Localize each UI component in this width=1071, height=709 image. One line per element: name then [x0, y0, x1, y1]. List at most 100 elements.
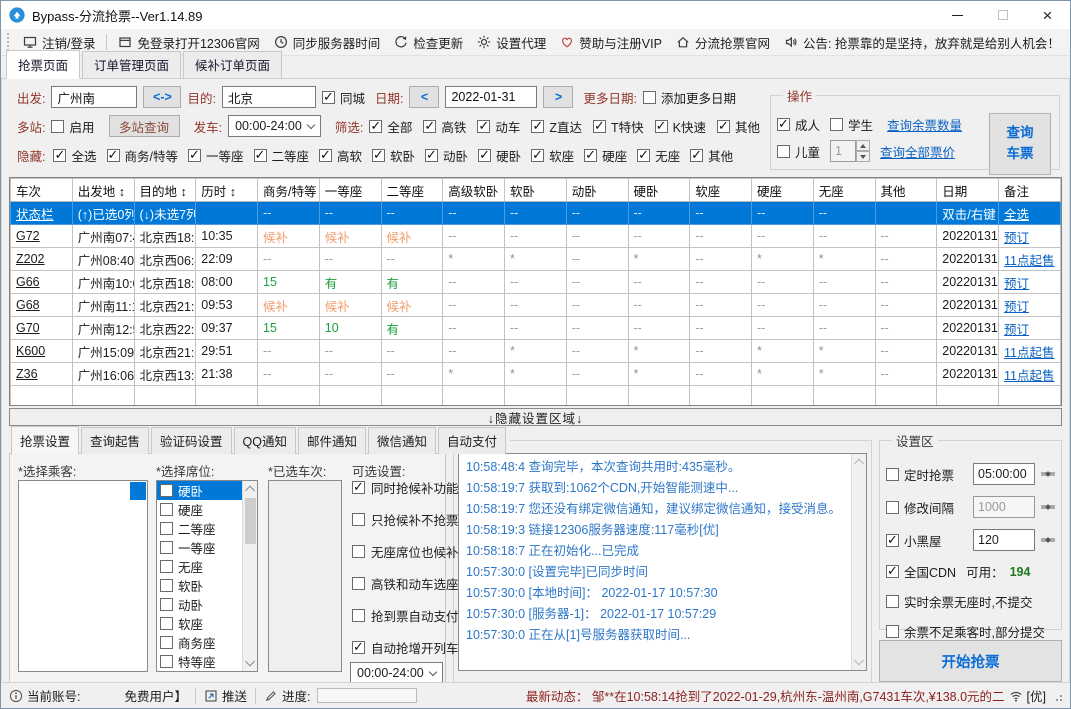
hide-checkbox[interactable]: 商务/特等 — [106, 146, 178, 165]
table-header-cell[interactable]: 车次 — [10, 178, 73, 202]
hide-settings-divider[interactable]: ↓隐藏设置区域↓ — [9, 408, 1062, 426]
table-header-cell[interactable]: 历时 ↕ — [195, 178, 258, 202]
enable-multi-checkbox[interactable]: 启用 — [51, 117, 95, 136]
query-price-link[interactable]: 查询全部票价 — [880, 142, 955, 161]
timed-grab-checkbox[interactable]: 定时抢票 — [886, 465, 967, 484]
timed-grab-stepper[interactable] — [1041, 471, 1055, 477]
filter-checkbox[interactable]: 高铁 — [423, 117, 466, 136]
table-header-cell[interactable]: 目的地 ↕ — [133, 178, 197, 202]
black-room-checkbox[interactable]: 小黑屋 — [886, 531, 967, 550]
option-checkbox[interactable]: 只抢候补不抢票 — [352, 510, 459, 529]
spin-down-icon[interactable] — [1041, 539, 1055, 543]
hide-checkbox[interactable]: 硬座 — [584, 146, 627, 165]
toolbar-sync-time[interactable]: 同步服务器时间 — [267, 30, 388, 55]
modify-interval-stepper[interactable] — [1041, 504, 1055, 510]
seat-item[interactable]: 硬座 — [157, 500, 242, 519]
hide-checkbox[interactable]: 其他 — [690, 146, 733, 165]
table-header-cell[interactable]: 无座 — [812, 178, 876, 202]
hide-checkbox[interactable]: 硬卧 — [478, 146, 521, 165]
filter-checkbox[interactable]: Z直达 — [531, 117, 582, 136]
hide-checkbox[interactable]: 无座 — [637, 146, 680, 165]
modify-interval-checkbox[interactable]: 修改间隔 — [886, 498, 967, 517]
table-header-cell[interactable]: 二等座 — [380, 178, 444, 202]
timed-grab-value[interactable]: 05:00:00 — [973, 463, 1035, 485]
resize-grip[interactable] — [1052, 691, 1062, 701]
passenger-listbox[interactable] — [18, 480, 148, 672]
train-link[interactable]: G68 — [10, 293, 73, 317]
toolbar-vip[interactable]: 赞助与注册VIP — [553, 30, 669, 55]
toolbar-announcement[interactable]: 公告: 抢票靠的是坚持，放弃就是给别人机会！ — [777, 30, 1067, 55]
swap-stations-button[interactable]: <-> — [143, 86, 182, 108]
table-header-cell[interactable]: 备注 — [998, 178, 1061, 202]
book-link[interactable]: 11点起售 — [998, 362, 1061, 386]
seat-item[interactable]: 软卧 — [157, 576, 242, 595]
close-button[interactable]: × — [1025, 1, 1070, 29]
table-header-cell[interactable]: 出发地 ↕ — [71, 178, 135, 202]
output-scrollbar[interactable] — [851, 454, 866, 670]
passenger-scroll-thumb[interactable] — [130, 482, 146, 500]
option-checkbox[interactable]: 同时抢候补功能 — [352, 478, 459, 497]
spin-up-icon[interactable] — [856, 140, 871, 151]
multi-station-query-button[interactable]: 多站查询 — [108, 115, 180, 137]
filter-checkbox[interactable]: 其他 — [716, 117, 760, 136]
seat-item[interactable]: 硬卧 — [157, 481, 242, 500]
filter-checkbox[interactable]: 动车 — [477, 117, 520, 136]
train-link[interactable]: G70 — [10, 316, 73, 340]
toolbar-check-update[interactable]: 检查更新 — [387, 30, 470, 55]
train-link[interactable]: Z202 — [10, 247, 73, 271]
child-count-stepper[interactable]: 1 — [830, 140, 871, 162]
tab-auto-pay[interactable]: 自动支付 — [438, 427, 507, 454]
train-link[interactable]: 状态栏 — [10, 201, 73, 225]
minimize-button[interactable] — [935, 1, 980, 29]
book-link[interactable]: 11点起售 — [998, 339, 1061, 363]
scroll-up-icon[interactable] — [245, 485, 255, 496]
table-header-cell[interactable]: 商务/特等 — [257, 178, 320, 202]
tab-grab-page[interactable]: 抢票页面 — [6, 50, 81, 79]
scroll-down-icon[interactable] — [245, 656, 255, 667]
seat-scrollbar[interactable] — [242, 481, 257, 671]
maximize-button[interactable] — [980, 1, 1025, 29]
train-link[interactable]: Z36 — [10, 362, 73, 386]
realtime-no-seat-checkbox[interactable]: 实时余票无座时,不提交 — [886, 592, 1032, 611]
push-button[interactable]: 推送 — [222, 686, 247, 705]
scroll-down-icon[interactable] — [854, 655, 864, 666]
filter-checkbox[interactable]: K快速 — [654, 117, 706, 136]
book-link[interactable]: 预订 — [998, 224, 1061, 248]
tab-captcha-settings[interactable]: 验证码设置 — [151, 427, 232, 454]
option-checkbox[interactable]: 无座席位也候补 — [352, 542, 459, 561]
from-input[interactable] — [51, 86, 138, 108]
tab-qq-notify[interactable]: QQ通知 — [233, 427, 296, 454]
book-link[interactable]: 11点起售 — [998, 247, 1061, 271]
hide-checkbox[interactable]: 二等座 — [253, 146, 309, 165]
book-link[interactable]: 预订 — [998, 270, 1061, 294]
filter-checkbox[interactable]: 全部 — [369, 117, 412, 136]
hide-checkbox[interactable]: 一等座 — [187, 146, 244, 165]
increase-train-time-select[interactable]: 00:00-24:00 — [350, 662, 443, 682]
query-remaining-link[interactable]: 查询余票数量 — [887, 115, 962, 134]
add-more-dates-checkbox[interactable]: 添加更多日期 — [642, 88, 736, 107]
spin-down-icon[interactable] — [1041, 473, 1055, 477]
output-log[interactable]: 10:58:48:4 查询完毕，本次查询共用时:435毫秒。 10:58:19:7… — [458, 453, 867, 671]
student-checkbox[interactable]: 学生 — [830, 115, 873, 134]
book-link[interactable]: 预订 — [998, 293, 1061, 317]
seat-item[interactable]: 软座 — [157, 614, 242, 633]
table-header-cell[interactable]: 硬座 — [751, 178, 814, 202]
toolbar-grip[interactable] — [7, 33, 9, 51]
prev-date-button[interactable]: < — [409, 86, 440, 108]
tab-mail-notify[interactable]: 邮件通知 — [298, 427, 367, 454]
table-header-cell[interactable]: 软卧 — [504, 178, 567, 202]
toolbar-set-proxy[interactable]: 设置代理 — [470, 30, 553, 55]
option-checkbox[interactable]: 抢到票自动支付 — [352, 606, 459, 625]
same-city-checkbox[interactable]: 同城 — [321, 88, 365, 107]
spin-down-icon[interactable] — [856, 151, 871, 162]
filter-checkbox[interactable]: T特快 — [593, 117, 644, 136]
start-grab-button[interactable]: 开始抢票 — [879, 640, 1062, 682]
table-header-cell[interactable]: 硬卧 — [627, 178, 691, 202]
tab-order-management[interactable]: 订单管理页面 — [82, 51, 182, 78]
tab-wechat-notify[interactable]: 微信通知 — [368, 427, 437, 454]
table-header-cell[interactable]: 动卧 — [565, 178, 629, 202]
seat-item[interactable]: 特等座 — [157, 652, 242, 671]
hide-checkbox[interactable]: 全选 — [53, 146, 97, 165]
table-header-cell[interactable]: 一等座 — [318, 178, 382, 202]
table-header-cell[interactable]: 高级软卧 — [442, 178, 505, 202]
